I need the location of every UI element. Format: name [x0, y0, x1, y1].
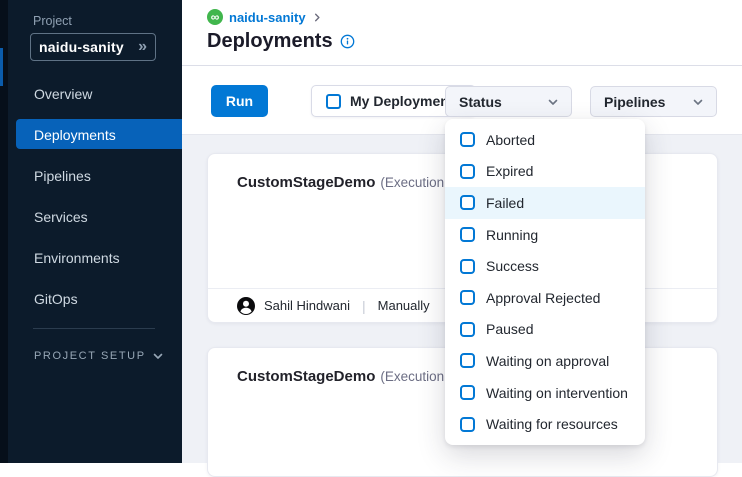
status-option-label: Expired — [486, 163, 533, 179]
checkbox-icon[interactable] — [460, 353, 475, 368]
cd-module-icon: ∞ — [207, 9, 223, 25]
status-option-label: Approval Rejected — [486, 290, 600, 306]
breadcrumb-project-link[interactable]: naidu-sanity — [229, 10, 306, 25]
status-option-label: Aborted — [486, 132, 535, 148]
project-setup-toggle[interactable]: PROJECT SETUP — [34, 350, 164, 362]
double-chevron-icon[interactable]: » — [138, 39, 147, 55]
chevron-down-icon — [152, 350, 164, 362]
status-filter-label: Status — [459, 94, 502, 110]
chevron-down-icon — [692, 96, 704, 108]
checkbox-icon[interactable] — [460, 195, 475, 210]
status-option-label: Success — [486, 258, 539, 274]
footer-separator: | — [362, 298, 366, 314]
checkbox-icon[interactable] — [460, 164, 475, 179]
sidebar-item-label: Services — [34, 209, 88, 225]
main-area: ∞ naidu-sanity Deployments Run My Deploy… — [182, 0, 742, 463]
status-option-failed[interactable]: Failed — [445, 187, 645, 219]
status-option-aborted[interactable]: Aborted — [445, 124, 645, 156]
checkbox-icon[interactable] — [326, 94, 341, 109]
checkbox-icon[interactable] — [460, 132, 475, 147]
sidebar-item-label: Environments — [34, 250, 120, 266]
sidebar: Project naidu-sanity » Overview Deployme… — [0, 0, 182, 463]
status-dropdown-menu: Aborted Expired Failed Running Success A… — [445, 119, 645, 445]
pipeline-name: CustomStageDemo — [237, 174, 375, 191]
checkbox-icon[interactable] — [460, 227, 475, 242]
status-option-label: Waiting on intervention — [486, 385, 628, 401]
sidebar-item-label: Pipelines — [34, 168, 91, 184]
sidebar-item-gitops[interactable]: GitOps — [0, 278, 182, 319]
chevron-right-icon — [312, 12, 323, 23]
page-title: Deployments — [207, 30, 333, 53]
sidebar-item-label: Overview — [34, 86, 92, 102]
sidebar-item-deployments[interactable]: Deployments — [0, 114, 182, 155]
sidebar-item-pipelines[interactable]: Pipelines — [0, 155, 182, 196]
sidebar-divider — [33, 328, 155, 329]
sidebar-item-label: Deployments — [34, 127, 116, 143]
sidebar-item-environments[interactable]: Environments — [0, 237, 182, 278]
status-option-approval-rejected[interactable]: Approval Rejected — [445, 282, 645, 314]
checkbox-icon[interactable] — [460, 322, 475, 337]
status-option-success[interactable]: Success — [445, 250, 645, 282]
triggered-by-user: Sahil Hindwani — [264, 298, 350, 313]
status-option-waiting-for-resources[interactable]: Waiting for resources — [445, 408, 645, 440]
status-option-paused[interactable]: Paused — [445, 314, 645, 346]
sidebar-nav: Overview Deployments Pipelines Services … — [0, 73, 182, 319]
run-button[interactable]: Run — [211, 85, 268, 117]
status-option-waiting-on-intervention[interactable]: Waiting on intervention — [445, 377, 645, 409]
page-header: ∞ naidu-sanity Deployments — [182, 0, 742, 66]
status-option-running[interactable]: Running — [445, 219, 645, 251]
project-selector[interactable]: naidu-sanity » — [30, 33, 156, 61]
status-option-label: Waiting for resources — [486, 416, 618, 432]
pipeline-name: CustomStageDemo — [237, 368, 375, 385]
sidebar-item-label: GitOps — [34, 291, 78, 307]
execution-card-title-row: CustomStageDemo (Execution Id — [237, 368, 459, 385]
project-label: Project — [33, 14, 72, 28]
chevron-down-icon — [547, 96, 559, 108]
status-option-waiting-on-approval[interactable]: Waiting on approval — [445, 345, 645, 377]
status-filter-dropdown[interactable]: Status — [445, 86, 572, 117]
project-selector-value: naidu-sanity — [39, 39, 124, 55]
sidebar-item-overview[interactable]: Overview — [0, 73, 182, 114]
project-setup-label: PROJECT SETUP — [34, 350, 146, 362]
checkbox-icon[interactable] — [460, 417, 475, 432]
checkbox-icon[interactable] — [460, 385, 475, 400]
avatar — [237, 297, 255, 315]
pipelines-filter-dropdown[interactable]: Pipelines — [590, 86, 717, 117]
page-title-row: Deployments — [207, 30, 355, 53]
status-option-label: Running — [486, 227, 538, 243]
checkbox-icon[interactable] — [460, 290, 475, 305]
pipelines-filter-label: Pipelines — [604, 94, 665, 110]
status-option-expired[interactable]: Expired — [445, 156, 645, 188]
breadcrumb: ∞ naidu-sanity — [207, 9, 323, 25]
info-icon[interactable] — [340, 34, 355, 49]
checkbox-icon[interactable] — [460, 259, 475, 274]
status-option-label: Waiting on approval — [486, 353, 609, 369]
status-option-label: Failed — [486, 195, 524, 211]
execution-card-title-row: CustomStageDemo (Execution Id — [237, 174, 459, 191]
status-option-label: Paused — [486, 321, 533, 337]
sidebar-item-services[interactable]: Services — [0, 196, 182, 237]
trigger-type: Manually — [378, 298, 430, 313]
